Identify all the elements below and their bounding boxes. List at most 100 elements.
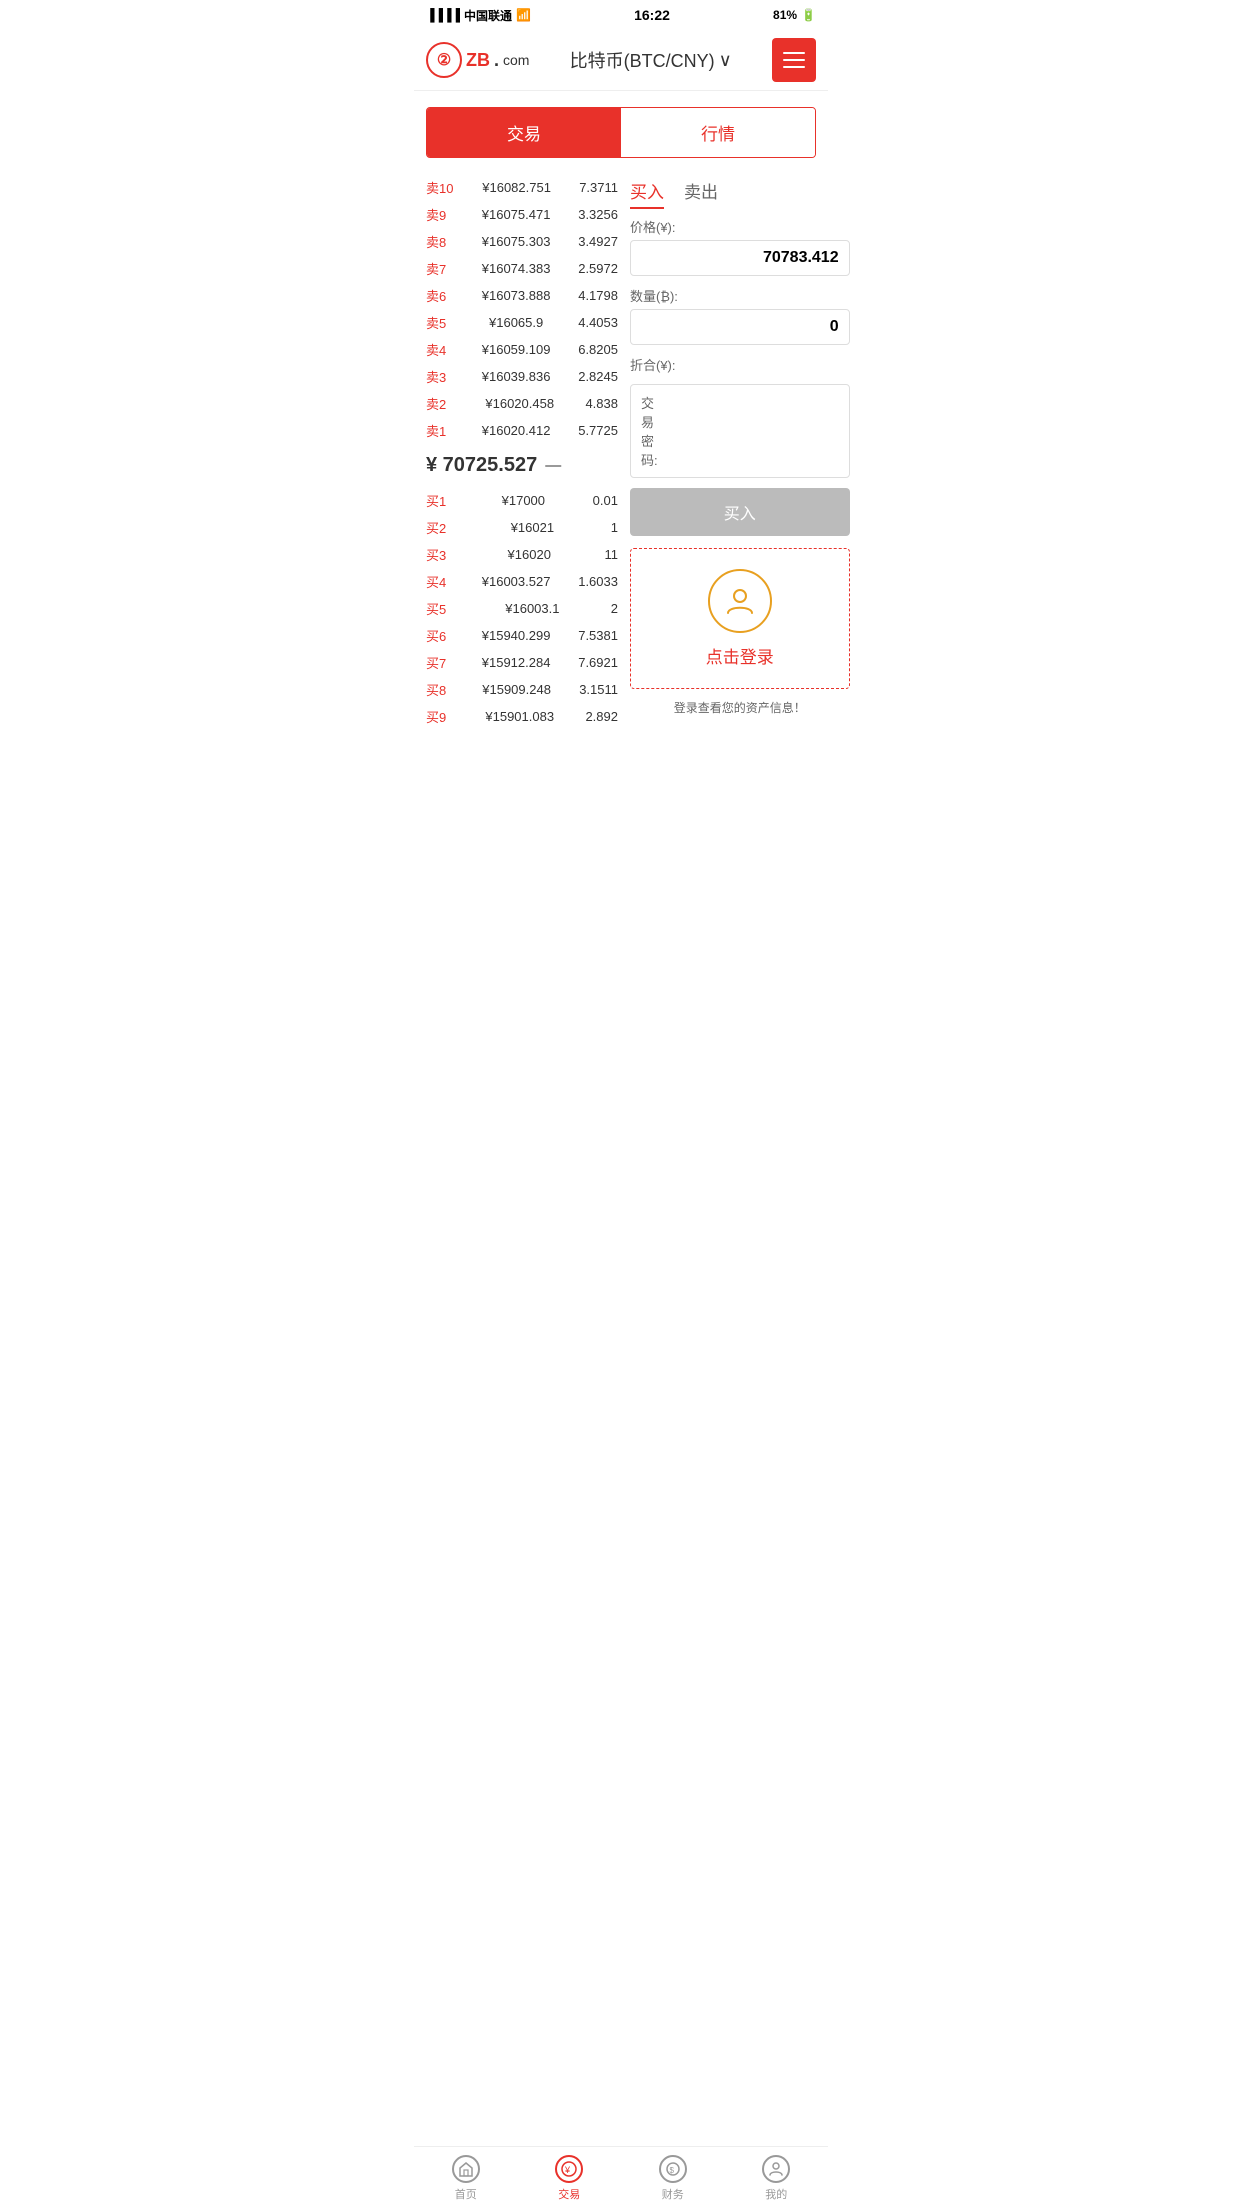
sell-label-7: 卖7 <box>426 259 454 278</box>
buy-price-7: ¥15912.284 <box>482 655 551 670</box>
nav-trade-label: 交易 <box>558 2186 580 2202</box>
sell-amount-9: 3.3256 <box>578 207 618 222</box>
chevron-down-icon: ∨ <box>719 50 732 71</box>
nav-home[interactable]: 首页 <box>414 2147 518 2208</box>
buy-orders: 买1 ¥17000 0.01 买2 ¥16021 1 买3 ¥16020 11 … <box>422 487 622 730</box>
sell-order-1: 卖1 ¥16020.412 5.7725 <box>422 417 622 444</box>
sell-order-2: 卖2 ¥16020.458 4.838 <box>422 390 622 417</box>
home-icon <box>452 2155 480 2183</box>
sell-amount-6: 4.1798 <box>578 288 618 303</box>
buy-order-6: 买6 ¥15940.299 7.5381 <box>422 622 622 649</box>
sell-label-6: 卖6 <box>426 286 454 305</box>
sell-label-8: 卖8 <box>426 232 454 251</box>
sell-price-7: ¥16074.383 <box>482 261 551 276</box>
sell-amount-8: 3.4927 <box>578 234 618 249</box>
nav-finance-label: 财务 <box>662 2186 684 2202</box>
sell-amount-2: 4.838 <box>585 396 618 411</box>
quantity-label: 数量(₿): <box>630 286 850 305</box>
tab-market[interactable]: 行情 <box>621 108 815 157</box>
asset-info: 登录查看您的资产信息！ <box>630 699 850 716</box>
header: ② ZB . com 比特币(BTC/CNY) ∨ <box>414 30 828 91</box>
buy-order-4: 买4 ¥16003.527 1.6033 <box>422 568 622 595</box>
sell-price-6: ¥16073.888 <box>482 288 551 303</box>
buy-amount-1: 0.01 <box>593 493 618 508</box>
price-label: 价格(¥): <box>630 217 850 236</box>
nav-trade[interactable]: ¥ 交易 <box>518 2147 622 2208</box>
sell-label-1: 卖1 <box>426 421 454 440</box>
main-tabs: 交易 行情 <box>426 107 816 158</box>
trade-password-input[interactable] <box>658 423 839 439</box>
sell-tab[interactable]: 卖出 <box>684 178 718 209</box>
trade-icon: ¥ <box>555 2155 583 2183</box>
buy-amount-9: 2.892 <box>585 709 618 724</box>
header-title[interactable]: 比特币(BTC/CNY) ∨ <box>570 47 732 73</box>
buy-order-1: 买1 ¥17000 0.01 <box>422 487 622 514</box>
tab-trade[interactable]: 交易 <box>427 108 621 157</box>
battery-icon: 🔋 <box>801 8 816 22</box>
buy-label-3: 买3 <box>426 545 454 564</box>
nav-home-label: 首页 <box>455 2186 477 2202</box>
buy-label-6: 买6 <box>426 626 454 645</box>
buy-amount-8: 3.1511 <box>579 682 618 697</box>
total-label: 折合(¥): <box>630 355 676 374</box>
trade-panel: 买入 卖出 价格(¥): 数量(₿): 折合(¥): 交易密码: <box>622 174 850 730</box>
status-bar: ▐▐▐▐ 中国联通 📶 16:22 81% 🔋 <box>414 0 828 30</box>
logo-text: ZB <box>466 50 490 71</box>
menu-button[interactable] <box>772 38 816 82</box>
menu-line-3 <box>783 66 805 68</box>
buy-price-4: ¥16003.527 <box>482 574 551 589</box>
sell-price-5: ¥16065.9 <box>489 315 543 330</box>
quantity-input[interactable] <box>641 318 839 336</box>
svg-text:¥: ¥ <box>564 2165 571 2175</box>
sell-label-3: 卖3 <box>426 367 454 386</box>
sell-price-4: ¥16059.109 <box>482 342 551 357</box>
status-right: 81% 🔋 <box>773 8 816 22</box>
buy-tab[interactable]: 买入 <box>630 178 664 209</box>
price-input[interactable] <box>641 249 839 267</box>
buy-amount-4: 1.6033 <box>578 574 618 589</box>
buy-button[interactable]: 买入 <box>630 488 850 536</box>
mid-price-value: ¥ 70725.527 <box>426 454 537 477</box>
total-row: 折合(¥): <box>630 355 850 374</box>
sell-amount-4: 6.8205 <box>578 342 618 357</box>
logo-com: com <box>503 52 529 68</box>
sell-label-4: 卖4 <box>426 340 454 359</box>
nav-profile-label: 我的 <box>765 2186 787 2202</box>
sell-amount-7: 2.5972 <box>578 261 618 276</box>
finance-icon: $ <box>659 2155 687 2183</box>
buy-label-4: 买4 <box>426 572 454 591</box>
buy-order-5: 买5 ¥16003.1 2 <box>422 595 622 622</box>
signal-icon: ▐▐▐▐ <box>426 8 460 22</box>
header-title-text: 比特币(BTC/CNY) <box>570 47 715 73</box>
sell-order-9: 卖9 ¥16075.471 3.3256 <box>422 201 622 228</box>
sell-price-1: ¥16020.412 <box>482 423 551 438</box>
login-area[interactable]: 点击登录 <box>630 548 850 689</box>
buy-price-3: ¥16020 <box>508 547 551 562</box>
buy-price-6: ¥15940.299 <box>482 628 551 643</box>
buy-label-8: 买8 <box>426 680 454 699</box>
price-input-box[interactable] <box>630 240 850 276</box>
buy-order-7: 买7 ¥15912.284 7.6921 <box>422 649 622 676</box>
buy-amount-2: 1 <box>611 520 618 535</box>
logo-symbol: ② <box>437 50 451 70</box>
carrier-label: 中国联通 <box>464 7 512 24</box>
status-left: ▐▐▐▐ 中国联通 📶 <box>426 7 531 24</box>
sell-order-5: 卖5 ¥16065.9 4.4053 <box>422 309 622 336</box>
sell-amount-10: 7.3711 <box>579 180 618 195</box>
login-text[interactable]: 点击登录 <box>706 643 774 668</box>
buy-price-9: ¥15901.083 <box>485 709 554 724</box>
nav-profile[interactable]: 我的 <box>725 2147 829 2208</box>
sell-order-3: 卖3 ¥16039.836 2.8245 <box>422 363 622 390</box>
quantity-input-box[interactable] <box>630 309 850 345</box>
nav-finance[interactable]: $ 财务 <box>621 2147 725 2208</box>
sell-price-2: ¥16020.458 <box>485 396 554 411</box>
profile-icon <box>762 2155 790 2183</box>
sell-label-9: 卖9 <box>426 205 454 224</box>
mid-price-icon: — <box>545 457 561 475</box>
logo-circle: ② <box>426 42 462 78</box>
buy-price-2: ¥16021 <box>511 520 554 535</box>
trade-password-row[interactable]: 交易密码: <box>630 384 850 478</box>
buy-amount-3: 11 <box>604 547 618 562</box>
buy-sell-tabs: 买入 卖出 <box>630 174 850 217</box>
buy-label-9: 买9 <box>426 707 454 726</box>
